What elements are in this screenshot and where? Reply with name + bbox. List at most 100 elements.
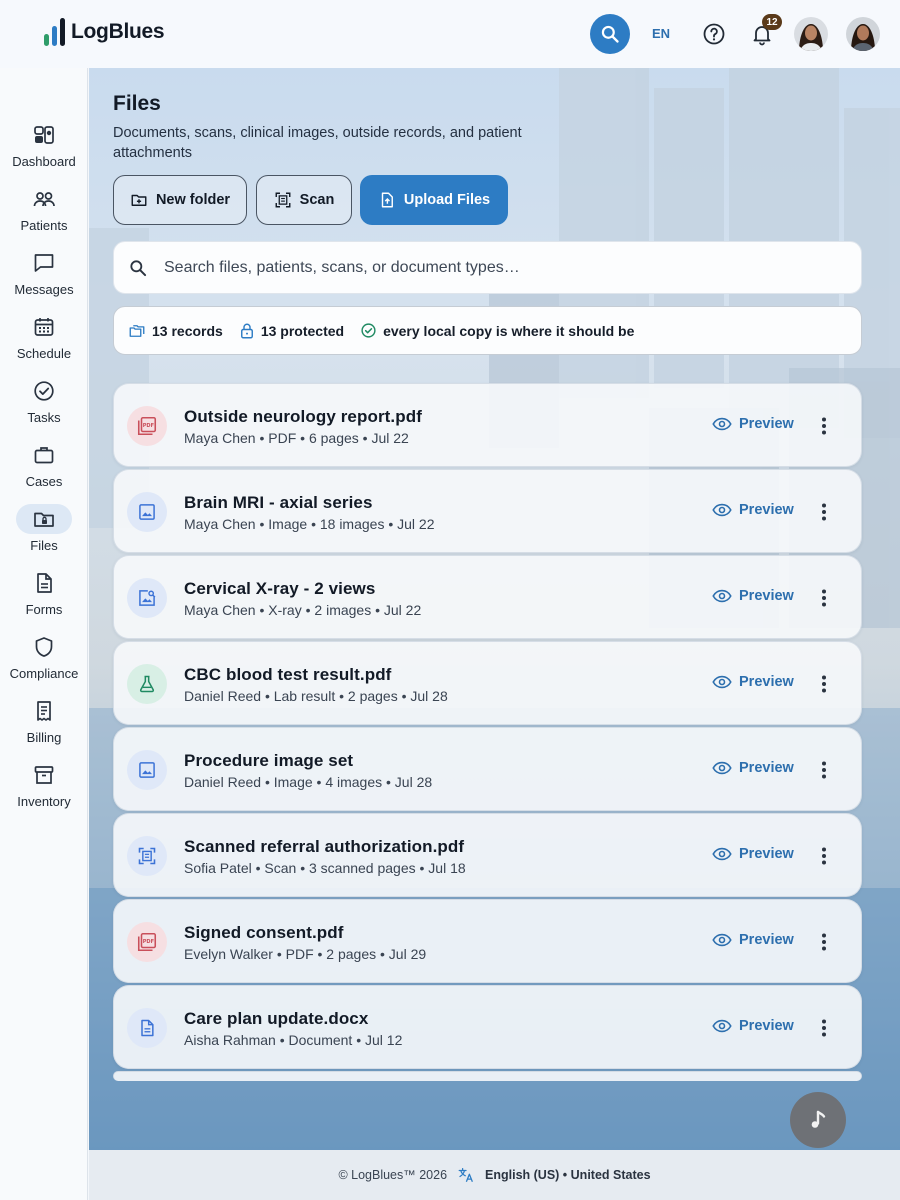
sidebar-item-compliance[interactable]: Compliance — [0, 632, 88, 692]
eye-icon — [712, 761, 732, 775]
notification-badge: 12 — [762, 14, 782, 30]
file-row-partial — [113, 1071, 862, 1081]
shield-icon — [35, 637, 53, 657]
sidebar-item-forms[interactable]: Forms — [0, 568, 88, 628]
file-row[interactable]: Procedure image set Daniel Reed • Image … — [113, 727, 862, 811]
sidebar-item-dashboard[interactable]: Dashboard — [0, 120, 88, 180]
sidebar-item-messages[interactable]: Messages — [0, 248, 88, 308]
sidebar-item-cases[interactable]: Cases — [0, 440, 88, 500]
file-row[interactable]: Care plan update.docx Aisha Rahman • Doc… — [113, 985, 862, 1069]
sidebar: Dashboard Patients Messages Schedule Tas… — [0, 68, 88, 1200]
file-row[interactable]: PDF Outside neurology report.pdf Maya Ch… — [113, 383, 862, 467]
sidebar-item-files[interactable]: Files — [0, 504, 88, 564]
protected-count: 13 protected — [260, 322, 345, 339]
main-content: Files Documents, scans, clinical images,… — [89, 68, 900, 1150]
file-name[interactable]: CBC blood test result.pdf — [184, 665, 391, 685]
file-name[interactable]: Brain MRI - axial series — [184, 493, 373, 513]
image-icon — [127, 492, 167, 532]
preview-label: Preview — [739, 588, 794, 604]
svg-text:PDF: PDF — [143, 423, 155, 429]
preview-button[interactable]: Preview — [712, 932, 794, 948]
sidebar-item-label: Forms — [25, 602, 63, 617]
file-name[interactable]: Signed consent.pdf — [184, 923, 344, 943]
flask-icon — [127, 664, 167, 704]
file-meta: Maya Chen • PDF • 6 pages • Jul 22 — [184, 430, 409, 446]
search-icon — [130, 260, 147, 277]
avatar[interactable] — [794, 17, 828, 51]
sidebar-item-patients[interactable]: Patients — [0, 184, 88, 244]
sidebar-item-label: Tasks — [27, 410, 61, 425]
more-options-icon[interactable] — [812, 1016, 836, 1040]
more-options-icon[interactable] — [812, 672, 836, 696]
preview-button[interactable]: Preview — [712, 846, 794, 862]
records-count: 13 records — [152, 322, 223, 339]
scan-button[interactable]: Scan — [256, 175, 352, 225]
logo[interactable]: LogBlues — [44, 18, 165, 46]
preview-button[interactable]: Preview — [712, 760, 794, 776]
upload-files-button[interactable]: Upload Files — [360, 175, 508, 225]
global-search-button[interactable] — [590, 14, 630, 54]
sidebar-item-label: Compliance — [9, 666, 79, 681]
more-options-icon[interactable] — [812, 500, 836, 524]
sidebar-item-label: Messages — [14, 282, 74, 297]
document-icon — [37, 573, 52, 593]
preview-label: Preview — [739, 674, 794, 690]
dashboard-icon — [34, 126, 54, 144]
files-summary-bar: 13 records 13 protected every local copy… — [113, 306, 862, 355]
scan-icon — [275, 192, 291, 208]
more-options-icon[interactable] — [812, 758, 836, 782]
file-name[interactable]: Scanned referral authorization.pdf — [184, 837, 464, 857]
page-subtitle: Documents, scans, clinical images, outsi… — [113, 125, 522, 161]
receipt-icon — [37, 701, 51, 721]
preview-button[interactable]: Preview — [712, 1018, 794, 1034]
sidebar-item-label: Files — [30, 538, 58, 553]
language-switch[interactable]: EN — [652, 26, 670, 41]
more-options-icon[interactable] — [812, 844, 836, 868]
briefcase-icon — [34, 447, 54, 464]
file-row[interactable]: PDF Signed consent.pdf Evelyn Walker • P… — [113, 899, 862, 983]
eye-icon — [712, 933, 732, 947]
music-note-icon — [811, 1110, 826, 1128]
page-title: Files — [113, 92, 161, 115]
new-folder-button[interactable]: New folder — [113, 175, 247, 225]
file-name[interactable]: Outside neurology report.pdf — [184, 407, 422, 427]
check-circle-icon — [361, 323, 376, 338]
help-icon[interactable] — [702, 22, 726, 46]
file-name[interactable]: Procedure image set — [184, 751, 353, 771]
preview-label: Preview — [739, 846, 794, 862]
upload-files-label: Upload Files — [403, 192, 491, 208]
sidebar-item-tasks[interactable]: Tasks — [0, 376, 88, 436]
more-options-icon[interactable] — [812, 414, 836, 438]
preview-label: Preview — [739, 932, 794, 948]
new-folder-label: New folder — [155, 192, 231, 208]
file-search-bar — [113, 241, 862, 294]
sidebar-item-schedule[interactable]: Schedule — [0, 312, 88, 372]
more-options-icon[interactable] — [812, 930, 836, 954]
file-name[interactable]: Cervical X-ray - 2 views — [184, 579, 375, 599]
scan-document-icon — [127, 836, 167, 876]
file-name[interactable]: Care plan update.docx — [184, 1009, 368, 1029]
locale-selector[interactable]: English (US) • United States — [485, 1168, 651, 1182]
sidebar-item-billing[interactable]: Billing — [0, 696, 88, 756]
file-row[interactable]: CBC blood test result.pdf Daniel Reed • … — [113, 641, 862, 725]
sidebar-item-label: Patients — [20, 218, 68, 233]
preview-button[interactable]: Preview — [712, 674, 794, 690]
sidebar-item-inventory[interactable]: Inventory — [0, 760, 88, 820]
scan-label: Scan — [299, 192, 335, 208]
music-player-button[interactable] — [790, 1092, 846, 1148]
file-meta: Maya Chen • X-ray • 2 images • Jul 22 — [184, 602, 422, 618]
preview-button[interactable]: Preview — [712, 416, 794, 432]
svg-text:PDF: PDF — [143, 939, 155, 945]
file-meta: Daniel Reed • Lab result • 2 pages • Jul… — [184, 688, 448, 704]
eye-icon — [712, 1019, 732, 1033]
file-row[interactable]: Brain MRI - axial series Maya Chen • Ima… — [113, 469, 862, 553]
preview-button[interactable]: Preview — [712, 588, 794, 604]
user-avatar[interactable] — [846, 17, 880, 51]
file-row[interactable]: Scanned referral authorization.pdf Sofia… — [113, 813, 862, 897]
more-options-icon[interactable] — [812, 586, 836, 610]
search-input[interactable] — [164, 254, 844, 282]
file-row[interactable]: Cervical X-ray - 2 views Maya Chen • X-r… — [113, 555, 862, 639]
preview-button[interactable]: Preview — [712, 502, 794, 518]
preview-label: Preview — [739, 1018, 794, 1034]
sync-status-stat: every local copy is where it should be — [360, 322, 634, 339]
